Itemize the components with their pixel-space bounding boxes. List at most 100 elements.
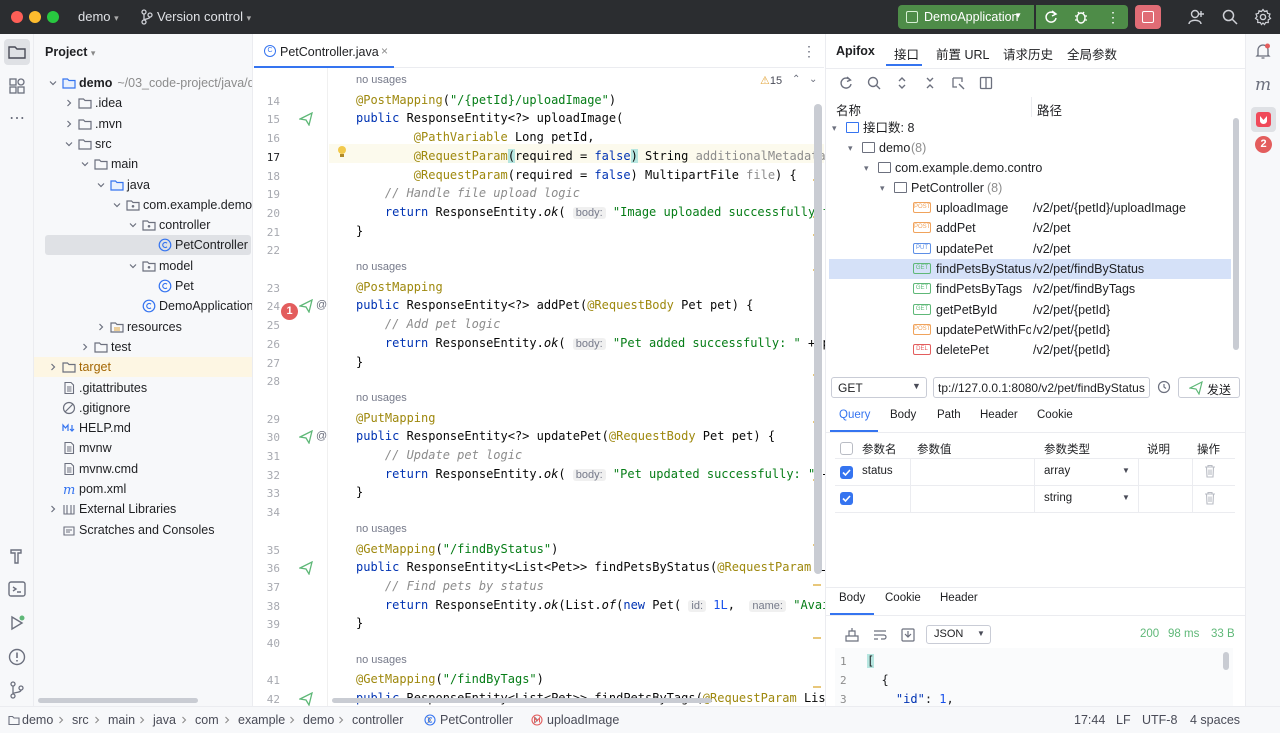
endpoint-findpetsbystatus[interactable]: GET findPetsByStatus/v2/pet/findByStatus: [829, 258, 1231, 279]
notifications-bell-icon[interactable]: [1254, 42, 1272, 60]
download-icon[interactable]: [900, 627, 916, 643]
tree-item-mvnw-cmd[interactable]: mvnw.cmd: [34, 459, 252, 479]
response-body-viewer[interactable]: 1 2 3 [ { "id": 1,: [835, 648, 1233, 706]
split-view-icon[interactable]: [978, 75, 994, 91]
project-panel-title[interactable]: Project ▾: [45, 45, 95, 59]
tree-item-resources[interactable]: resources: [34, 317, 252, 337]
chevron-down-icon[interactable]: [97, 181, 105, 189]
tree-item-model[interactable]: model: [34, 256, 252, 276]
file-encoding[interactable]: UTF-8: [1142, 713, 1177, 727]
breadcrumb-item[interactable]: main: [108, 713, 135, 727]
method-select[interactable]: GET ▼: [831, 377, 927, 398]
maven-m-icon[interactable]: m: [1254, 76, 1272, 94]
send-button[interactable]: 发送: [1178, 377, 1240, 398]
tree-item-java[interactable]: java: [34, 175, 252, 195]
tree-item-mvnw[interactable]: mvnw: [34, 438, 252, 458]
vertical-scrollbar[interactable]: [1233, 118, 1239, 350]
locate-icon[interactable]: [950, 75, 966, 91]
no-usages-hint[interactable]: no usages: [356, 392, 407, 404]
endpoint-getpetbyid[interactable]: GET getPetById/v2/pet/{petId}: [826, 300, 1236, 320]
vcs-menu[interactable]: Version control ▾: [157, 9, 251, 24]
history-clock-icon[interactable]: [1157, 380, 1171, 394]
api-tree-module[interactable]: ▾ demo (8): [826, 138, 1236, 158]
response-tab-header[interactable]: Header: [940, 592, 978, 604]
chevron-right-icon[interactable]: [49, 363, 57, 371]
tree-item-demoapplication[interactable]: DemoApplication: [34, 296, 252, 316]
line-number[interactable]: 14: [254, 95, 280, 108]
run-configuration-selector[interactable]: DemoApplication ▾: [898, 5, 1034, 29]
breadcrumb-item[interactable]: src: [72, 713, 89, 727]
tab-path[interactable]: Path: [937, 409, 961, 421]
apifox-send-icon[interactable]: [299, 561, 313, 576]
tree-item-target[interactable]: target: [34, 357, 252, 378]
line-number[interactable]: 25: [254, 319, 280, 332]
tree-item-controller[interactable]: controller: [34, 215, 252, 235]
tree-item-test[interactable]: test: [34, 337, 252, 357]
line-number[interactable]: 42: [254, 693, 280, 706]
line-number[interactable]: 37: [254, 581, 280, 594]
line-number[interactable]: 17: [254, 151, 280, 164]
line-number[interactable]: 32: [254, 469, 280, 482]
chevron-down-icon[interactable]: [81, 160, 89, 168]
apifox-send-icon[interactable]: [299, 299, 313, 314]
endpoint-updatepet[interactable]: PUT updatePet/v2/pet: [826, 239, 1236, 259]
no-usages-hint[interactable]: no usages: [356, 261, 407, 273]
param-checkbox[interactable]: [840, 492, 853, 505]
line-number[interactable]: 19: [254, 188, 280, 201]
minimize-window-button[interactable]: [29, 11, 41, 23]
api-tree-controller[interactable]: ▾ PetController (8): [826, 178, 1236, 198]
endpoint-findpetsbytags[interactable]: GET findPetsByTags/v2/pet/findByTags: [826, 279, 1236, 299]
tree-item-root[interactable]: demo ~/03_code-project/java/de: [34, 73, 252, 93]
tree-item-pom-xml[interactable]: m pom.xml: [34, 479, 252, 499]
chevron-right-icon[interactable]: [65, 120, 73, 128]
clear-response-icon[interactable]: [844, 627, 860, 643]
tree-item-pet[interactable]: Pet: [34, 276, 252, 296]
tree-item-gitattributes[interactable]: .gitattributes: [34, 378, 252, 398]
api-tree-root[interactable]: ▾ 接口数: 8: [826, 118, 1236, 138]
chevron-down-icon[interactable]: [49, 79, 57, 87]
annotation-at-icon[interactable]: @: [316, 299, 327, 311]
tree-item-gitignore[interactable]: .gitignore: [34, 398, 252, 418]
breadcrumb-item[interactable]: PetController: [440, 713, 513, 727]
delete-icon[interactable]: [1203, 491, 1217, 505]
response-format-select[interactable]: JSON ▼: [926, 625, 991, 644]
tree-item-scratches-and-consoles[interactable]: Scratches and Consoles: [34, 520, 252, 540]
no-usages-hint[interactable]: no usages: [356, 654, 407, 666]
no-usages-hint[interactable]: no usages: [356, 523, 407, 535]
endpoint-uploadimage[interactable]: POST uploadImage/v2/pet/{petId}/uploadIma…: [826, 198, 1236, 218]
line-number[interactable]: 28: [254, 375, 280, 388]
param-type[interactable]: array: [1044, 465, 1070, 477]
line-separator[interactable]: LF: [1116, 713, 1131, 727]
tree-item-com-example-demo[interactable]: com.example.demo: [34, 195, 252, 215]
breadcrumb-item[interactable]: com: [195, 713, 219, 727]
line-number[interactable]: 23: [254, 282, 280, 295]
param-type[interactable]: string: [1044, 492, 1072, 504]
response-tab-body[interactable]: Body: [839, 592, 865, 604]
param-desc-input[interactable]: [1138, 459, 1193, 485]
chevron-down-icon[interactable]: ▼: [1122, 493, 1130, 502]
line-number[interactable]: 34: [254, 506, 280, 519]
horizontal-scrollbar[interactable]: [38, 698, 198, 703]
tree-item-idea[interactable]: .idea: [34, 93, 252, 113]
param-name[interactable]: status: [862, 465, 893, 477]
param-desc-input[interactable]: [1138, 486, 1193, 512]
expand-all-icon[interactable]: [894, 75, 910, 91]
gutter-badge[interactable]: 1: [281, 303, 298, 320]
refresh-icon[interactable]: [838, 75, 854, 91]
chevron-down-icon[interactable]: [65, 140, 73, 148]
run-icon[interactable]: [7, 613, 27, 633]
line-number[interactable]: 35: [254, 544, 280, 557]
horizontal-scrollbar[interactable]: [332, 698, 712, 703]
indent-setting[interactable]: 4 spaces: [1190, 713, 1240, 727]
tab-cookie[interactable]: Cookie: [1037, 409, 1073, 421]
endpoint-addpet[interactable]: POST addPet/v2/pet: [826, 218, 1236, 238]
delete-icon[interactable]: [1203, 464, 1217, 478]
tab-body[interactable]: Body: [890, 409, 916, 421]
tab-header[interactable]: Header: [980, 409, 1018, 421]
apifox-send-icon[interactable]: [299, 112, 313, 127]
tab-global-params[interactable]: 全局参数: [1067, 44, 1117, 63]
more-actions-icon[interactable]: ⋮: [1106, 9, 1120, 25]
wrap-lines-icon[interactable]: [872, 627, 888, 643]
chevron-down-icon[interactable]: ▼: [1122, 466, 1130, 475]
vertical-scrollbar[interactable]: [1223, 652, 1229, 670]
